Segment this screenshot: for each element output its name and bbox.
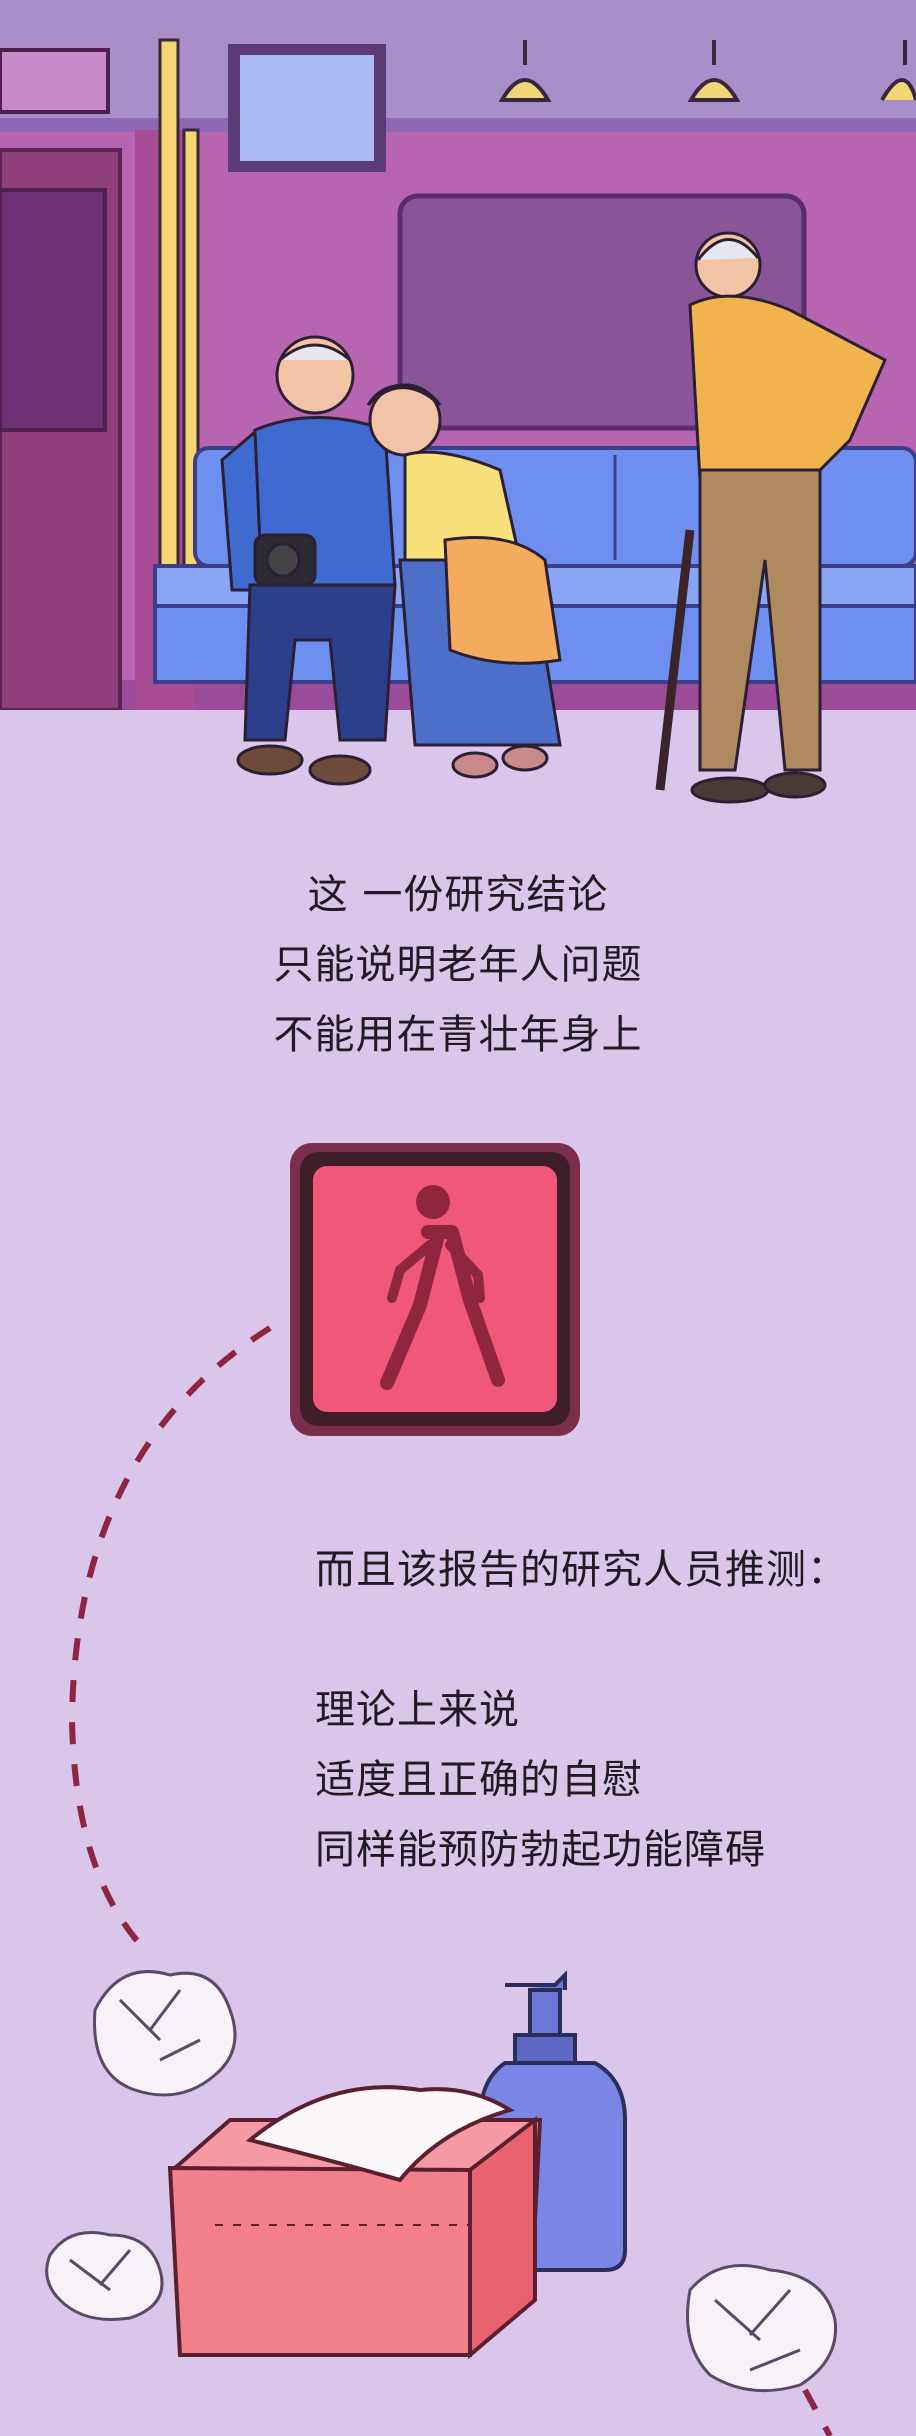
crumpled-tissue-icon bbox=[686, 2264, 838, 2393]
crumpled-tissue-icon bbox=[93, 1970, 237, 2097]
crumpled-tissue-icon bbox=[45, 2231, 164, 2322]
tissue-lotion-illustration bbox=[45, 1970, 838, 2393]
tissue-box bbox=[167, 2085, 543, 2360]
